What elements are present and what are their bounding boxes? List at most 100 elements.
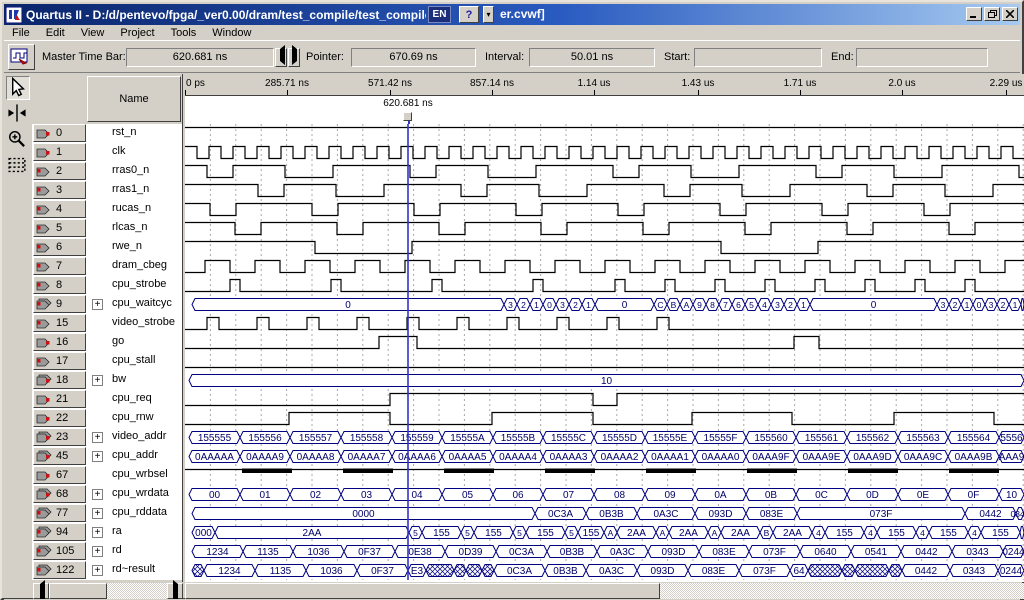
master-spin-right[interactable] [288,48,300,67]
signal-id-cell[interactable]: 21 [33,390,86,408]
signal-id-cell[interactable]: 8 [33,276,86,294]
signal-id-cell[interactable]: 17 [33,352,86,370]
signal-id-cell[interactable]: 16 [33,333,86,351]
signal-id-cell[interactable]: 94 [33,523,86,541]
menu-item-file[interactable]: File [4,26,38,40]
time-bar-tool-button[interactable] [6,102,30,126]
signal-id-cell[interactable]: 23 [33,428,86,446]
restore-button[interactable] [984,7,1000,21]
master-cursor-handle[interactable] [403,112,412,121]
signal-row-dram_cbeg[interactable]: 7dram_cbeg [32,257,182,276]
master-time-bar-field[interactable]: 620.681 ns [126,48,274,67]
signal-id-cell[interactable]: 15 [33,314,86,332]
start-field[interactable] [694,48,822,67]
signal-id-cell[interactable]: 18 [33,371,86,389]
close-button[interactable] [1002,7,1018,21]
signal-id-cell[interactable]: 9 [33,295,86,313]
signal-id-cell[interactable]: 77 [33,504,86,522]
signal-row-bw[interactable]: 18+bw [32,371,182,390]
svg-text:15555E: 15555E [653,433,688,444]
menu-item-view[interactable]: View [73,26,113,40]
svg-text:7: 7 [723,300,728,310]
signal-row-rlcas_n[interactable]: 5rlcas_n [32,219,182,238]
signal-id-cell[interactable]: 122 [33,561,86,579]
signal-id-cell[interactable]: 105 [33,542,86,560]
zoom-tool-button[interactable] [6,128,30,152]
signal-row-video_addr[interactable]: 23+video_addr [32,428,182,447]
signal-row-rwe_n[interactable]: 6rwe_n [32,238,182,257]
expander-icon[interactable]: + [92,432,103,443]
signal-id-cell[interactable]: 2 [33,162,86,180]
signal-row-rd[interactable]: 105+rd [32,542,182,561]
master-spin-left[interactable] [275,48,287,67]
svg-text:0AAAA4: 0AAAA4 [499,452,537,463]
scroll-right-button[interactable] [167,583,183,599]
signal-id-cell[interactable]: 4 [33,200,86,218]
help-icon[interactable]: ? [459,6,479,23]
waveform-editor-tool-button[interactable] [8,44,35,70]
name-scroll-thumb[interactable] [49,583,107,599]
signal-row-cpu_rnw[interactable]: 22cpu_rnw [32,409,182,428]
signal-id-cell[interactable]: 3 [33,181,86,199]
waveform-canvas[interactable]: 032103210CBA9876543210321032110155555155… [185,124,1024,580]
signal-row-cpu_strobe[interactable]: 8cpu_strobe [32,276,182,295]
signal-id-cell[interactable]: 6 [33,238,86,256]
signal-row-cpu_req[interactable]: 21cpu_req [32,390,182,409]
input-pin-icon [36,469,53,481]
svg-text:6: 6 [736,300,741,310]
signal-id-cell[interactable]: 5 [33,219,86,237]
signal-row-rras0_n[interactable]: 2rras0_n [32,162,182,181]
selection-tool-button[interactable] [6,76,30,100]
expander-icon[interactable]: + [92,546,103,557]
waveform-panel[interactable]: 0 ps285.71 ns571.42 ns857.14 ns1.14 us1.… [185,74,1024,582]
menu-item-edit[interactable]: Edit [38,26,73,40]
expander-icon[interactable]: + [92,375,103,386]
svg-text:1036: 1036 [320,566,343,577]
signal-row-rucas_n[interactable]: 4rucas_n [32,200,182,219]
output-pin-icon-group [36,545,53,557]
signal-row-cpu_stall[interactable]: 17cpu_stall [32,352,182,371]
time-axis-header[interactable]: 0 ps285.71 ns571.42 ns857.14 ns1.14 us1.… [185,74,1024,96]
signal-id-cell[interactable]: 0 [33,124,86,142]
signal-row-ra[interactable]: 94+ra [32,523,182,542]
signal-row-cpu_addr[interactable]: 45+cpu_addr [32,447,182,466]
signal-row-clk[interactable]: 1clk [32,143,182,162]
master-cursor-band[interactable]: 620.681 ns [185,97,1024,124]
waveform-hscrollbar[interactable] [185,583,1024,599]
signal-id-cell[interactable]: 7 [33,257,86,275]
menu-item-project[interactable]: Project [112,26,162,40]
menu-item-tools[interactable]: Tools [163,26,205,40]
scroll-left-button[interactable] [33,583,49,599]
signal-row-cpu_rddata[interactable]: 77+cpu_rddata [32,504,182,523]
expander-icon[interactable]: + [92,489,103,500]
signal-row-cpu_waitcyc[interactable]: 9+cpu_waitcyc [32,295,182,314]
expander-icon[interactable]: + [92,451,103,462]
signal-id-cell[interactable]: 22 [33,409,86,427]
signal-id-cell[interactable]: 1 [33,143,86,161]
signal-row-cpu_wrbsel[interactable]: 67cpu_wrbsel [32,466,182,485]
expander-icon[interactable]: + [92,565,103,576]
signal-row-cpu_wrdata[interactable]: 68+cpu_wrdata [32,485,182,504]
minimize-button[interactable] [966,7,982,21]
signal-row-rd~result[interactable]: 122+rd~result [32,561,182,580]
name-panel-hscrollbar[interactable] [33,583,183,599]
signal-row-go[interactable]: 16go [32,333,182,352]
signal-id-cell[interactable]: 67 [33,466,86,484]
wave-scroll-thumb[interactable] [185,583,660,599]
title-bar[interactable]: Quartus II - D:/d/pentevo/fpga/_ver0.00/… [4,4,1020,25]
expander-icon[interactable]: + [92,527,103,538]
language-bar-options-icon[interactable]: ▾ [483,6,494,23]
left-triangle-icon [276,45,285,65]
expander-icon[interactable]: + [92,508,103,519]
svg-text:1: 1 [586,300,591,310]
signal-row-video_strobe[interactable]: 15video_strobe [32,314,182,333]
menu-item-window[interactable]: Window [204,26,259,40]
signal-id-cell[interactable]: 45 [33,447,86,465]
signal-row-rras1_n[interactable]: 3rras1_n [32,181,182,200]
expander-icon[interactable]: + [92,299,103,310]
signal-row-rst_n[interactable]: 0rst_n [32,124,182,143]
full-view-tool-button[interactable] [6,154,30,178]
time-tick-label: 1.14 us [559,78,629,89]
end-field[interactable] [856,48,988,67]
signal-id-cell[interactable]: 68 [33,485,86,503]
